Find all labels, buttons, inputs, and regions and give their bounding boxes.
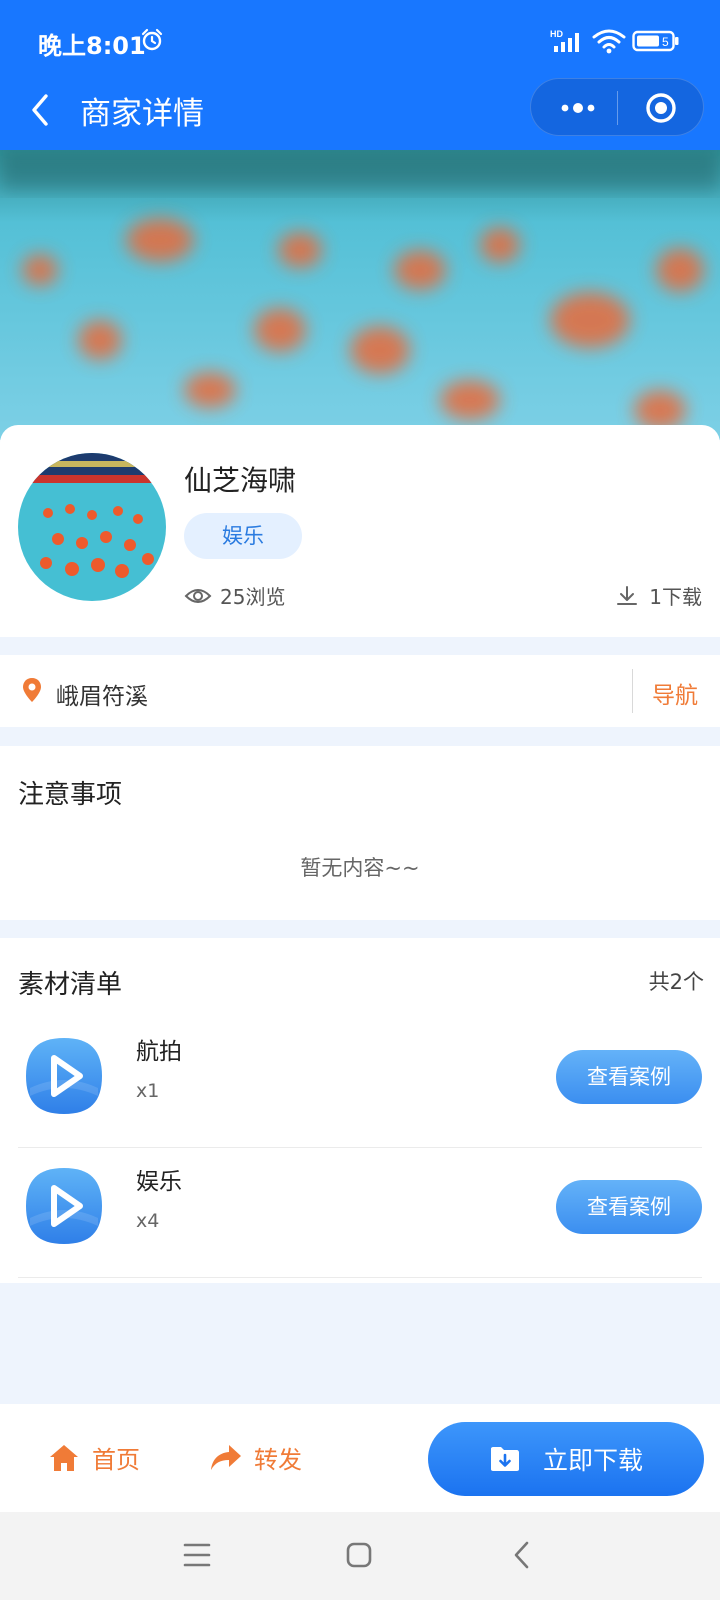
menu-icon[interactable]	[183, 1542, 211, 1568]
navigate-button[interactable]: 导航	[652, 676, 698, 710]
address-divider	[632, 669, 633, 713]
merchant-avatar	[18, 453, 166, 601]
view-case-button[interactable]: 查看案例	[556, 1050, 702, 1104]
alarm-icon	[141, 28, 163, 51]
download-count: 1下载	[615, 581, 702, 610]
share-button[interactable]: 转发	[210, 1440, 302, 1475]
material-qty: x1	[136, 1080, 160, 1102]
merchant-card: 仙芝海啸 娱乐 25浏览 1下载	[0, 425, 720, 637]
material-qty: x4	[136, 1210, 160, 1232]
download-icon	[617, 585, 638, 605]
status-time: 晚上8:01	[38, 32, 146, 60]
download-now-label: 立即下载	[542, 1446, 643, 1475]
home-label: 首页	[92, 1446, 140, 1474]
system-back-icon[interactable]	[512, 1540, 532, 1570]
download-count-text: 1下载	[649, 585, 702, 609]
battery-icon: 5	[632, 30, 679, 52]
material-name: 娱乐	[136, 1169, 182, 1195]
view-case-button[interactable]: 查看案例	[556, 1180, 702, 1234]
view-count: 25浏览	[184, 581, 285, 610]
address-row: 峨眉符溪 导航	[0, 655, 720, 727]
bottom-action-bar: 首页 转发 立即下载	[0, 1404, 720, 1512]
system-home-icon[interactable]	[346, 1542, 372, 1568]
battery-level: 5	[662, 35, 669, 49]
category-tag: 娱乐	[184, 513, 302, 559]
page-title: 商家详情	[80, 96, 204, 132]
material-name: 航拍	[136, 1039, 182, 1065]
play-icon	[26, 1168, 102, 1244]
play-icon	[26, 1038, 102, 1114]
material-item: 娱乐 x4 查看案例	[18, 1148, 702, 1278]
materials-count: 共2个	[648, 970, 704, 994]
view-count-text: 25浏览	[220, 585, 286, 609]
hero-banner-image	[0, 150, 720, 440]
row-divider	[18, 1277, 702, 1278]
notes-section: 注意事项 暂无内容~~	[0, 746, 720, 920]
materials-title: 素材清单	[18, 970, 123, 1000]
back-arrow-icon[interactable]	[26, 90, 54, 130]
system-nav-bar	[0, 1512, 720, 1600]
address-text: 峨眉符溪	[56, 684, 148, 710]
home-button[interactable]: 首页	[48, 1440, 140, 1475]
location-pin-icon	[23, 678, 41, 702]
miniapp-capsule	[530, 78, 704, 136]
download-folder-icon	[490, 1447, 519, 1471]
capsule-divider	[617, 91, 618, 125]
eye-icon	[184, 588, 212, 603]
share-icon	[211, 1444, 241, 1470]
network-label: HD	[550, 29, 563, 39]
wifi-icon	[592, 29, 626, 54]
more-icon[interactable]	[553, 93, 603, 123]
download-now-button[interactable]: 立即下载	[428, 1422, 704, 1496]
home-icon	[50, 1444, 78, 1471]
notes-empty-text: 暂无内容~~	[300, 856, 420, 880]
notes-title: 注意事项	[18, 780, 123, 810]
share-label: 转发	[254, 1446, 302, 1474]
signal-icon: HD	[550, 29, 579, 52]
nav-bar: 商家详情	[0, 70, 720, 150]
target-icon[interactable]	[645, 92, 677, 124]
material-item: 航拍 x1 查看案例	[18, 1018, 702, 1148]
materials-section: 素材清单 共2个 航拍 x1 查看案例 娱乐 x4 查看案例	[0, 938, 720, 1283]
merchant-name: 仙芝海啸	[184, 464, 297, 497]
